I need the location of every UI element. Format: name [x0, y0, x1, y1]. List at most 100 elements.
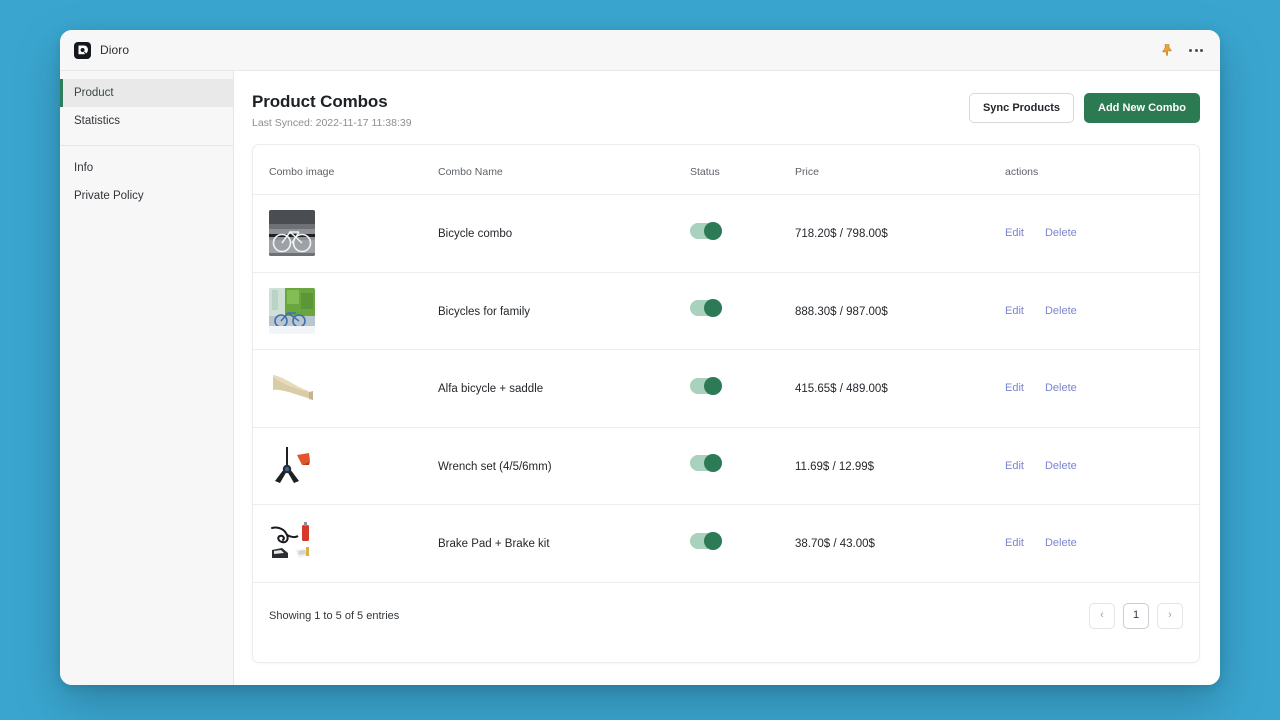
toggle-knob	[704, 454, 722, 473]
pagination-next-button[interactable]: ›	[1157, 602, 1183, 629]
price-text: 38.70$ / 43.00$	[795, 538, 875, 551]
sidebar-group-primary: Product Statistics	[60, 77, 233, 137]
column-header-combo-name: Combo Name	[438, 145, 690, 195]
cell-combo-image	[253, 427, 438, 505]
cell-combo-name: Wrench set (4/5/6mm)	[438, 427, 690, 505]
sidebar-item-label: Info	[74, 162, 94, 174]
cell-combo-image	[253, 194, 438, 273]
brake-kit-photo	[269, 520, 315, 567]
price-text: 415.65$ / 489.00$	[795, 383, 888, 396]
edit-link[interactable]: Edit	[1005, 227, 1024, 239]
pin-icon[interactable]	[1160, 43, 1174, 57]
combos-table: Combo image Combo Name Status Price acti…	[253, 145, 1199, 583]
column-header-status: Status	[690, 145, 795, 195]
price-text: 718.20$ / 798.00$	[795, 228, 888, 241]
sidebar-item-label: Private Policy	[74, 190, 144, 202]
toggle-knob	[704, 299, 722, 318]
cell-status	[690, 272, 795, 350]
cell-actions: Edit Delete	[1005, 272, 1199, 350]
main-content: Product Combos Last Synced: 2022-11-17 1…	[234, 71, 1220, 685]
table-header-row: Combo image Combo Name Status Price acti…	[253, 145, 1199, 195]
main-bottom-spacer	[252, 663, 1200, 685]
delete-link[interactable]: Delete	[1045, 305, 1077, 317]
table-head: Combo image Combo Name Status Price acti…	[253, 145, 1199, 195]
cell-status	[690, 427, 795, 505]
page-header: Product Combos Last Synced: 2022-11-17 1…	[252, 91, 1200, 144]
table-body: Bicycle combo 718.20$ / 798.00$ Edit Del…	[253, 194, 1199, 583]
toggle-knob	[704, 531, 722, 550]
cell-price: 718.20$ / 798.00$	[795, 194, 1005, 273]
brand: Dioro	[74, 41, 130, 59]
entries-summary: Showing 1 to 5 of 5 entries	[269, 609, 400, 622]
wrench-set-photo	[269, 442, 315, 489]
status-toggle[interactable]	[690, 299, 722, 318]
status-toggle[interactable]	[690, 221, 722, 240]
combo-name-text: Bicycles for family	[438, 305, 531, 318]
delete-link[interactable]: Delete	[1045, 382, 1077, 394]
more-options-icon[interactable]	[1188, 45, 1204, 56]
delete-link[interactable]: Delete	[1045, 460, 1077, 472]
page-header-actions: Sync Products Add New Combo	[968, 91, 1200, 123]
table-row: Alfa bicycle + saddle 415.65$ / 489.00$ …	[253, 349, 1199, 428]
cell-combo-image	[253, 349, 438, 428]
sidebar-item-info[interactable]: Info	[60, 154, 233, 182]
title-bar: Dioro	[60, 30, 1220, 71]
cell-price: 11.69$ / 12.99$	[795, 427, 1005, 505]
column-header-price: Price	[795, 145, 1005, 195]
pagination-page-1-button[interactable]: 1	[1123, 602, 1149, 629]
edit-link[interactable]: Edit	[1005, 305, 1024, 317]
cell-price: 888.30$ / 987.00$	[795, 272, 1005, 350]
sidebar-divider	[60, 145, 233, 146]
toggle-knob	[704, 376, 722, 395]
row-actions: Edit Delete	[1005, 460, 1199, 472]
table-row: Bicycle combo 718.20$ / 798.00$ Edit Del…	[253, 194, 1199, 273]
combo-name-text: Alfa bicycle + saddle	[438, 383, 544, 396]
pagination: ‹ 1 ›	[1089, 602, 1183, 629]
cell-combo-name: Bicycles for family	[438, 272, 690, 350]
status-toggle[interactable]	[690, 376, 722, 395]
row-actions: Edit Delete	[1005, 305, 1199, 317]
cell-status	[690, 349, 795, 428]
column-header-combo-image: Combo image	[253, 145, 438, 195]
cell-actions: Edit Delete	[1005, 504, 1199, 583]
page-header-text: Product Combos Last Synced: 2022-11-17 1…	[252, 91, 969, 130]
delete-link[interactable]: Delete	[1045, 537, 1077, 549]
sync-products-button[interactable]: Sync Products	[968, 93, 1074, 123]
sidebar-item-private-policy[interactable]: Private Policy	[60, 182, 233, 210]
row-actions: Edit Delete	[1005, 227, 1199, 239]
cell-combo-image	[253, 504, 438, 583]
column-header-actions: actions	[1005, 145, 1199, 195]
sidebar-item-product[interactable]: Product	[60, 79, 233, 107]
titlebar-actions	[1160, 43, 1204, 57]
bicycles-greenery-photo	[269, 287, 315, 334]
brand-name: Dioro	[100, 43, 130, 57]
sidebar-item-label: Product	[74, 87, 114, 99]
cell-actions: Edit Delete	[1005, 349, 1199, 428]
edit-link[interactable]: Edit	[1005, 382, 1024, 394]
bicycle-photo-grayscale	[269, 210, 315, 257]
table-footer: Showing 1 to 5 of 5 entries ‹ 1 ›	[253, 583, 1199, 651]
status-toggle[interactable]	[690, 454, 722, 473]
edit-link[interactable]: Edit	[1005, 460, 1024, 472]
status-toggle[interactable]	[690, 531, 722, 550]
pagination-prev-button[interactable]: ‹	[1089, 602, 1115, 629]
combos-card: Combo image Combo Name Status Price acti…	[252, 144, 1200, 663]
cell-actions: Edit Delete	[1005, 194, 1199, 273]
cell-status	[690, 504, 795, 583]
table-row: Brake Pad + Brake kit 38.70$ / 43.00$ Ed…	[253, 504, 1199, 583]
edit-link[interactable]: Edit	[1005, 537, 1024, 549]
cell-status	[690, 194, 795, 273]
delete-link[interactable]: Delete	[1045, 227, 1077, 239]
window-body: Product Statistics Info Private Policy P…	[60, 71, 1220, 685]
price-text: 888.30$ / 987.00$	[795, 305, 888, 318]
page-title: Product Combos	[252, 92, 388, 111]
cell-actions: Edit Delete	[1005, 427, 1199, 505]
table-row: Wrench set (4/5/6mm) 11.69$ / 12.99$ Edi…	[253, 427, 1199, 505]
sidebar-item-statistics[interactable]: Statistics	[60, 107, 233, 135]
toggle-knob	[704, 221, 722, 240]
cell-price: 415.65$ / 489.00$	[795, 349, 1005, 428]
cell-price: 38.70$ / 43.00$	[795, 504, 1005, 583]
add-new-combo-button[interactable]: Add New Combo	[1084, 93, 1200, 123]
dioro-logo-icon	[74, 41, 91, 59]
cell-combo-name: Brake Pad + Brake kit	[438, 504, 690, 583]
